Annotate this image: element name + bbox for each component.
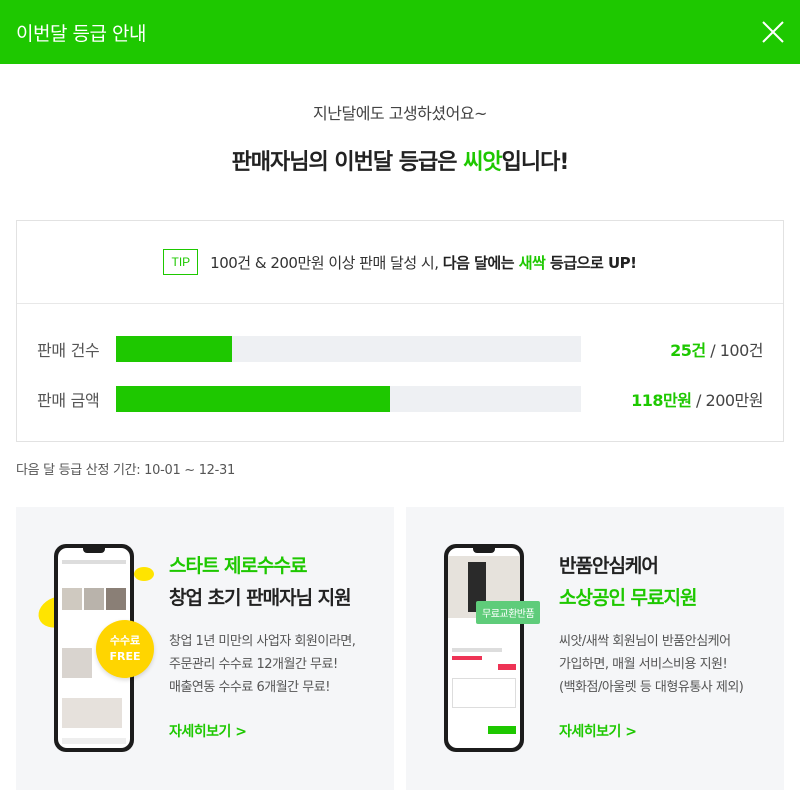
screen-thumb: [62, 588, 82, 610]
screen-line: [452, 648, 502, 652]
screen-line: [62, 560, 126, 564]
badge-line1: 수수료: [109, 634, 141, 647]
current-grade: 씨앗: [463, 150, 502, 175]
screen-price: [452, 656, 482, 660]
decor-blob: [134, 567, 154, 581]
grade-headline: 판매자님의 이번달 등급은 씨앗입니다!: [0, 144, 800, 176]
tip-bold-suffix: 등급으로 UP!: [545, 253, 637, 272]
badge-line2: FREE: [109, 650, 141, 663]
card-title: 반품안심케어 소상공인 무료지원: [559, 550, 697, 614]
next-grade: 새싹: [518, 253, 546, 272]
phone-notch: [83, 548, 105, 553]
evaluation-period: 다음 달 등급 산정 기간: 10-01 ~ 12-31: [16, 463, 235, 478]
phone-notch: [473, 548, 495, 553]
tip-text-prefix: 100건 & 200만원 이상 판매 달성 시,: [210, 253, 443, 272]
card-title-line2: 창업 초기 판매자님 지원: [169, 587, 352, 609]
card-title-line1: 스타트 제로수수료: [169, 555, 307, 577]
card-description: 씨앗/새싹 회원님이 반품안심케어 가입하면, 매월 서비스비용 지원! (백화…: [559, 630, 744, 699]
modal-header: 이번달 등급 안내: [0, 0, 800, 64]
stat-value: 25건 / 100건: [670, 337, 763, 361]
desc-line: 창업 1년 미만의 사업자 회원이라면,: [169, 634, 356, 649]
stat-target: / 100건: [710, 341, 763, 360]
screen-thumb: [106, 588, 126, 610]
desc-line: 가입하면, 매월 서비스비용 지원!: [559, 657, 728, 672]
card-description: 창업 1년 미만의 사업자 회원이라면, 주문관리 수수료 12개월간 무료! …: [169, 630, 356, 699]
tip-row: TIP 100건 & 200만원 이상 판매 달성 시, 다음 달에는 새싹 등…: [17, 221, 783, 304]
stats-box: TIP 100건 & 200만원 이상 판매 달성 시, 다음 달에는 새싹 등…: [16, 220, 784, 442]
progress-bar-fill: [116, 386, 391, 412]
details-link[interactable]: 자세히보기 >: [559, 721, 637, 741]
stat-value: 118만원 / 200만원: [631, 387, 763, 411]
close-icon[interactable]: [760, 19, 786, 45]
progress-bar-track: [116, 336, 581, 362]
progress-bar-fill: [116, 336, 233, 362]
details-link[interactable]: 자세히보기 >: [169, 721, 247, 741]
desc-line: 씨앗/새싹 회원님이 반품안심케어: [559, 634, 731, 649]
stat-row-amount: 판매 금액 118만원 / 200만원: [17, 384, 783, 414]
desc-line: 매출연동 수수료 6개월간 무료!: [169, 680, 330, 695]
free-fee-badge: 수수료 FREE: [96, 620, 154, 678]
stat-row-count: 판매 건수 25건 / 100건: [17, 334, 783, 364]
progress-bar-track: [116, 386, 581, 412]
grade-headline-suffix: 입니다!: [501, 150, 570, 175]
promo-card-return-care: 무료교환반품 반품안심케어 소상공인 무료지원 씨앗/새싹 회원님이 반품안심케…: [406, 507, 784, 790]
stat-target: / 200만원: [696, 391, 763, 410]
screen-buy-button: [488, 726, 516, 734]
stat-label: 판매 금액: [37, 391, 100, 410]
phone-screen: [448, 548, 520, 748]
stat-label: 판매 건수: [37, 341, 100, 360]
screen-navbar: [62, 738, 126, 744]
stat-current: 118만원: [631, 391, 692, 410]
grade-headline-prefix: 판매자님의 이번달 등급은: [231, 150, 464, 175]
tip-badge: TIP: [163, 249, 199, 275]
modal-title: 이번달 등급 안내: [16, 22, 146, 45]
card-title: 스타트 제로수수료 창업 초기 판매자님 지원: [169, 550, 352, 614]
stat-current: 25건: [670, 341, 706, 360]
promo-card-zero-fee: 수수료 FREE 스타트 제로수수료 창업 초기 판매자님 지원 창업 1년 미만…: [16, 507, 394, 790]
screen-button: [498, 664, 516, 670]
tip-bold-prefix: 다음 달에는: [442, 253, 519, 272]
desc-line: 주문관리 수수료 12개월간 무료!: [169, 657, 338, 672]
screen-thumb: [62, 698, 122, 728]
grade-intro: 지난달에도 고생하셨어요~ 판매자님의 이번달 등급은 씨앗입니다!: [0, 100, 800, 176]
screen-thumb: [84, 588, 104, 610]
desc-line: (백화점/아울렛 등 대형유통사 제외): [559, 680, 744, 695]
free-return-tag: 무료교환반품: [476, 601, 541, 624]
intro-subtitle: 지난달에도 고생하셨어요~: [313, 104, 487, 123]
screen-box: [452, 678, 516, 708]
card-title-line2: 소상공인 무료지원: [559, 587, 697, 609]
phone-illustration: [444, 544, 524, 752]
screen-thumb: [62, 648, 92, 678]
tip-text: 100건 & 200만원 이상 판매 달성 시, 다음 달에는 새싹 등급으로 …: [210, 252, 637, 273]
card-title-line1: 반품안심케어: [559, 555, 659, 577]
